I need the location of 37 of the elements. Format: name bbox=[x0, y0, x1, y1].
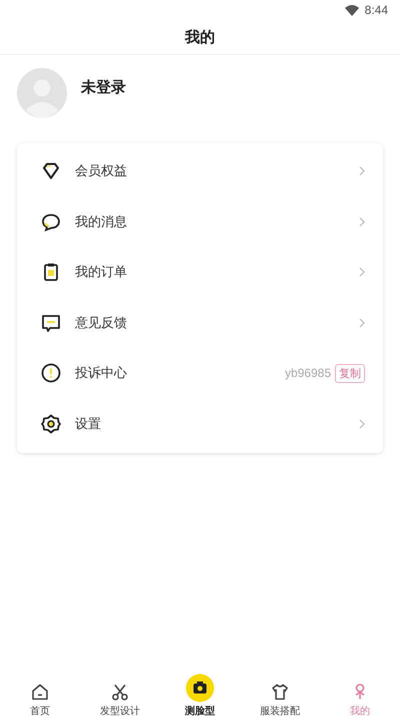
chevron-icon bbox=[359, 216, 365, 227]
menu-item[interactable]: 意见反馈 bbox=[17, 298, 383, 348]
menu-item[interactable]: 我的消息 bbox=[17, 196, 383, 247]
menu-label: 设置 bbox=[75, 416, 102, 433]
wifi-icon bbox=[344, 4, 359, 16]
menu-label: 投诉中心 bbox=[75, 365, 128, 382]
feedback-icon bbox=[41, 312, 61, 333]
menu-item[interactable]: 我的订单 bbox=[17, 247, 383, 298]
home-icon bbox=[30, 682, 50, 702]
menu-label: 我的消息 bbox=[75, 214, 128, 231]
menu-item[interactable]: 会员权益 bbox=[17, 146, 383, 196]
menu-label: 意见反馈 bbox=[75, 314, 128, 332]
menu-label: 会员权益 bbox=[75, 163, 128, 180]
login-status[interactable]: 未登录 bbox=[81, 78, 126, 96]
menu-label: 我的订单 bbox=[75, 264, 128, 282]
tab-item[interactable]: 测脸型 bbox=[160, 674, 240, 718]
shirt-icon bbox=[270, 682, 290, 702]
chat-bubble-icon bbox=[41, 212, 61, 232]
chevron-icon bbox=[359, 418, 365, 429]
tab-item[interactable]: 服装搭配 bbox=[240, 674, 320, 718]
alert-icon bbox=[41, 363, 61, 384]
menu-item[interactable]: 设置 bbox=[17, 398, 383, 449]
scissors-icon bbox=[110, 682, 130, 702]
tab-item[interactable]: 首页 bbox=[0, 674, 80, 718]
diamond-icon bbox=[41, 161, 61, 182]
chevron-icon bbox=[359, 166, 365, 176]
gear-icon bbox=[41, 414, 61, 434]
clipboard-icon bbox=[41, 262, 61, 282]
complaint-id: yb96985 bbox=[284, 366, 331, 380]
tab-item[interactable]: 发型设计 bbox=[80, 674, 160, 718]
menu-item[interactable]: 投诉中心 yb96985 复制 bbox=[17, 348, 383, 398]
status-time: 8:44 bbox=[364, 3, 388, 17]
avatar-icon bbox=[17, 68, 67, 118]
camera-icon bbox=[186, 674, 214, 702]
page-title: 我的 bbox=[185, 28, 215, 46]
chevron-icon bbox=[359, 318, 365, 328]
chevron-icon bbox=[359, 267, 365, 278]
